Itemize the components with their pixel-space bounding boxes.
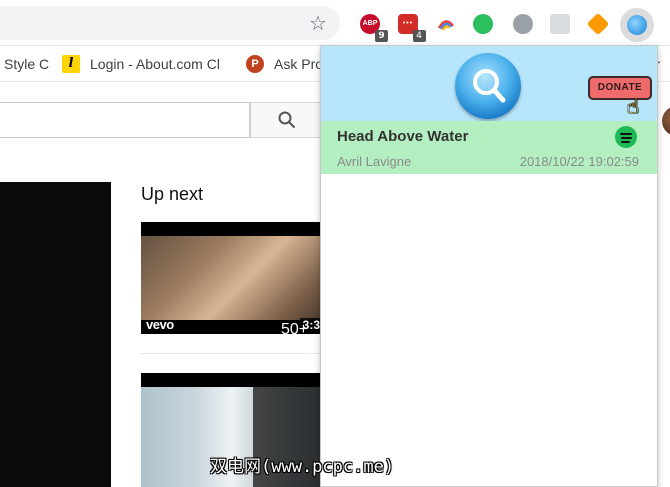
bookmark-ask-pro[interactable]: Ask Pro [274,56,323,72]
rainbow-arc-icon [437,20,455,31]
song-history-item[interactable]: Head Above Water Avril Lavigne 2018/10/2… [321,121,657,174]
about-com-icon: l [62,55,80,73]
extension-popup: DONATE ☝ Head Above Water Avril Lavigne … [320,45,658,487]
search-icon [278,111,296,129]
rainbow-extension-icon[interactable] [436,14,456,34]
adblock-badge: 9 [375,30,388,42]
song-artist: Avril Lavigne [337,154,412,169]
video-thumbnail-1[interactable]: vevo 3:3 [141,222,323,334]
bookmark-style[interactable]: Style C [4,56,49,72]
address-bar[interactable] [0,6,340,40]
search-button[interactable] [250,102,322,138]
lastpass-badge: 4 [413,30,426,42]
spotify-icon[interactable] [615,126,637,148]
lastpass-icon[interactable]: ••• 4 [398,14,426,42]
bookmark-login-about[interactable]: Login - About.com Cl [90,56,220,72]
song-search-icon[interactable] [627,15,647,35]
ask-pro-icon: P [246,55,264,73]
bookmark-star-icon[interactable]: ☆ [309,13,327,33]
song-timestamp: 2018/10/22 19:02:59 [519,154,639,169]
avatar[interactable] [662,106,670,136]
magnifier-logo-icon [455,53,521,119]
adblock-icon[interactable]: ABP 9 [360,14,388,42]
amazon-assistant-icon[interactable] [586,12,610,36]
screen: ☆ ABP 9 ••• 4 Style C l Login - About.co… [0,0,670,487]
globe-extension-icon[interactable] [513,14,533,34]
popup-header: DONATE ☝ [321,46,657,121]
magnifier-glyph-icon [473,69,506,103]
lastpass-label: ••• [402,20,414,27]
playlist-count: 50+ [281,321,309,338]
evernote-icon[interactable] [473,14,493,34]
site-watermark: 双电网(www.pcpc.me) [210,457,395,477]
adblock-label: ABP [362,20,378,27]
search-input[interactable] [0,102,250,138]
broadcast-icon: ((•)) [284,350,312,365]
vevo-logo: vevo [146,317,174,332]
song-title: Head Above Water [337,128,469,145]
browser-toolbar: ☆ ABP 9 ••• 4 [0,0,670,46]
letterbox-top [141,222,323,236]
letterbox-top [141,373,323,387]
donate-button[interactable]: DONATE [588,76,652,100]
video-player[interactable] [0,182,111,487]
pointing-hand-icon: ☝ [627,94,640,118]
google-slides-icon[interactable] [550,14,570,34]
up-next-heading: Up next [141,184,204,204]
